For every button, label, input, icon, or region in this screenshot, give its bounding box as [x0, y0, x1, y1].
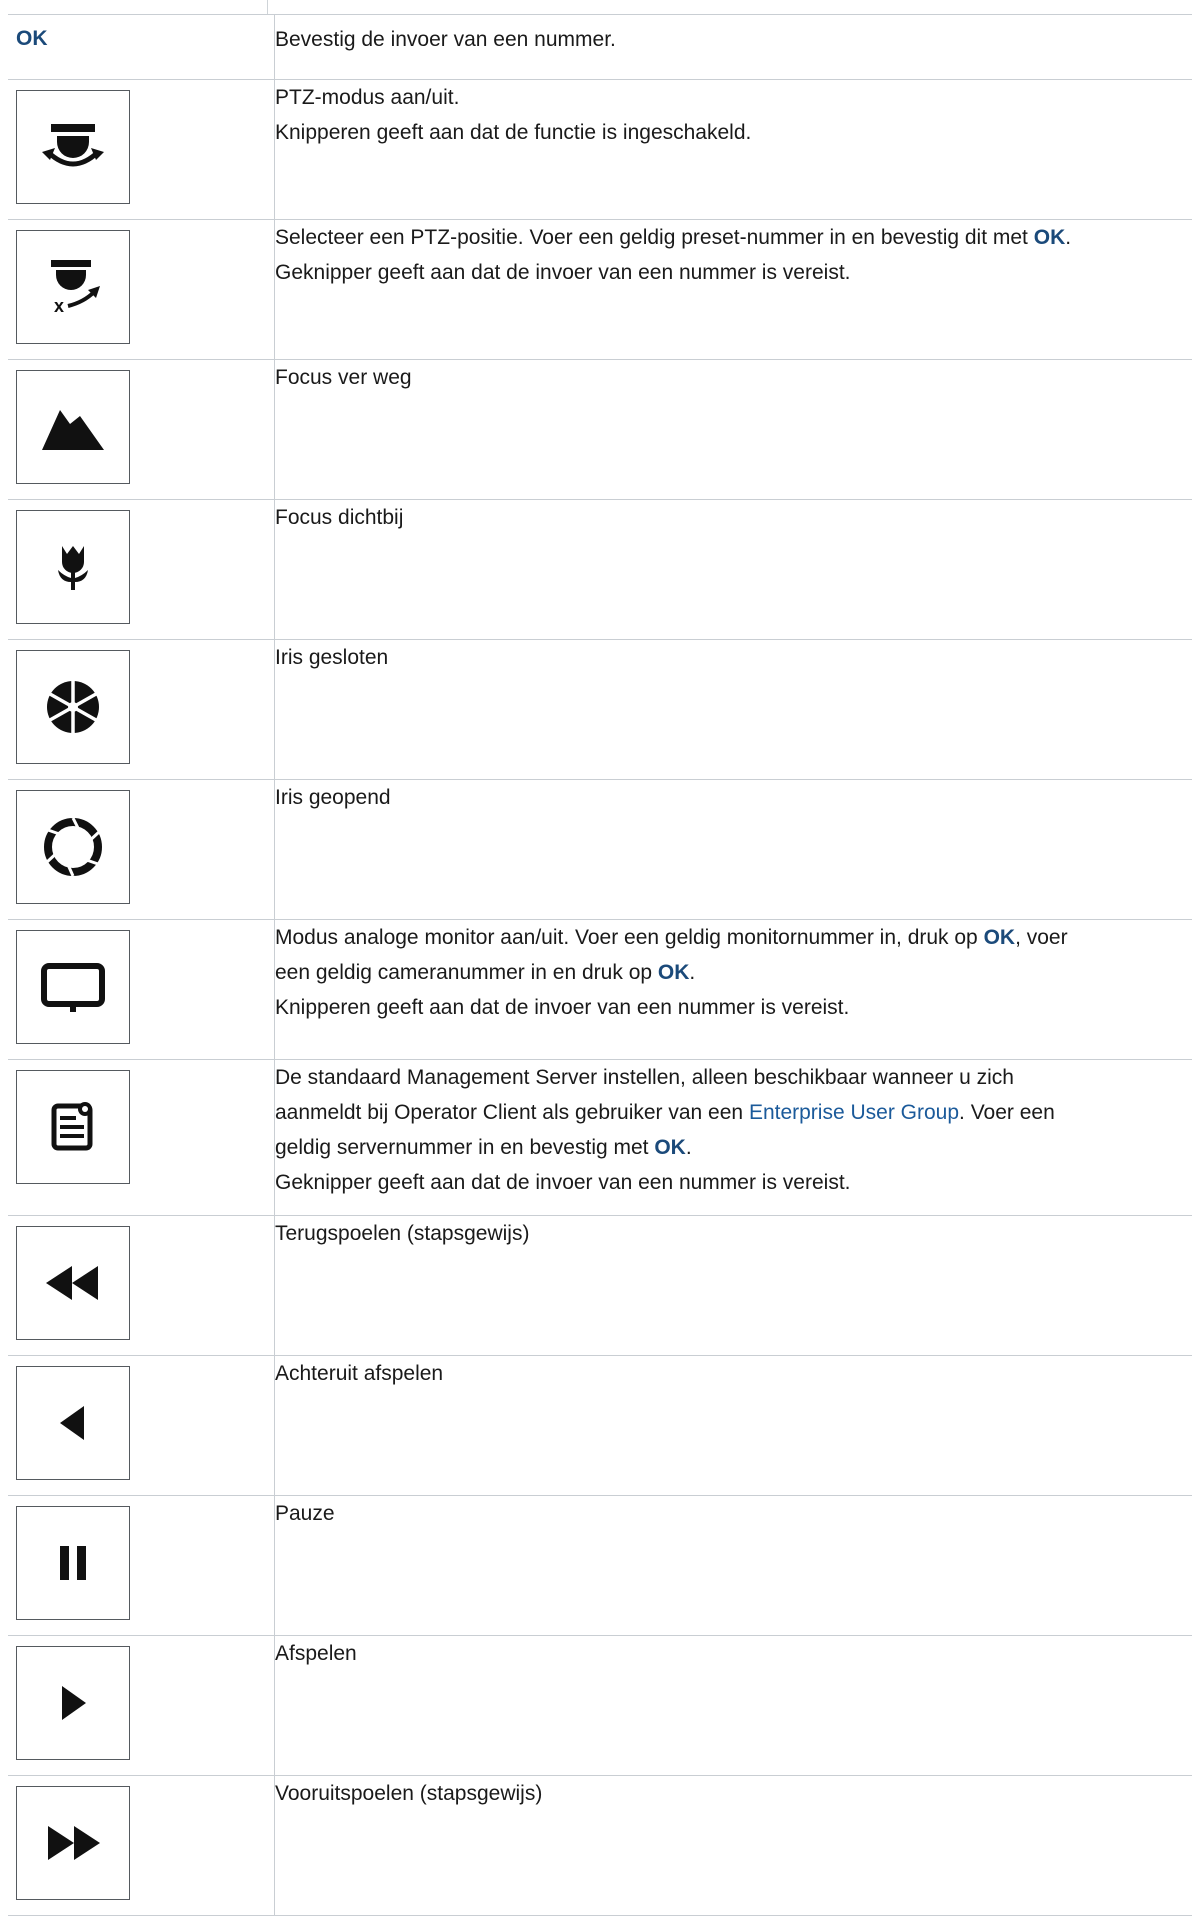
- table-row: Terugspoelen (stapsgewijs): [8, 1216, 1192, 1356]
- row-text-line: Focus dichtbij: [275, 500, 1192, 535]
- row-text: .: [686, 1136, 692, 1159]
- row-text-line: Achteruit afspelen: [275, 1356, 1192, 1391]
- row-text-line: Iris geopend: [275, 780, 1192, 815]
- row-text-line: Knipperen geeft aan dat de functie is in…: [275, 115, 1192, 150]
- ptz-preset-icon: x: [38, 252, 108, 322]
- iris-open-button[interactable]: [16, 790, 130, 904]
- table-row: Modus analoge monitor aan/uit. Voer een …: [8, 920, 1192, 1060]
- row-text-line: Focus ver weg: [275, 360, 1192, 395]
- row-text: .: [689, 961, 695, 984]
- row-text: Modus analoge monitor aan/uit. Voer een …: [275, 926, 984, 949]
- row-text-line: De standaard Management Server instellen…: [275, 1060, 1192, 1095]
- play-reverse-icon: [38, 1388, 108, 1458]
- row-text-line: Geknipper geeft aan dat de invoer van ee…: [275, 255, 1192, 290]
- row-text: een geldig cameranummer in en druk op: [275, 961, 658, 984]
- fast-forward-step-button[interactable]: [16, 1786, 130, 1900]
- table-row: Pauze: [8, 1496, 1192, 1636]
- table-row-ok: OK Bevestig de invoer van een nummer.: [8, 15, 1192, 80]
- ok-inline: OK: [654, 1136, 686, 1159]
- ok-key-label: OK: [8, 15, 275, 80]
- enterprise-user-group-link[interactable]: Enterprise User Group: [749, 1101, 959, 1124]
- ptz-preset-button[interactable]: x: [16, 230, 130, 344]
- monitor-icon: [38, 952, 108, 1022]
- page-top-edge: [0, 0, 1192, 14]
- table-row: Iris geopend: [8, 780, 1192, 920]
- row-text: , voer: [1015, 926, 1068, 949]
- row-text-line: Knipperen geeft aan dat de invoer van ee…: [275, 990, 1192, 1025]
- play-button[interactable]: [16, 1646, 130, 1760]
- row-text: geldig servernummer in en bevestig met: [275, 1136, 654, 1159]
- pause-icon: [38, 1528, 108, 1598]
- focus-near-icon: [38, 532, 108, 602]
- table-row: PTZ-modus aan/uit. Knipperen geeft aan d…: [8, 80, 1192, 220]
- row-text-line: Geknipper geeft aan dat de invoer van ee…: [275, 1165, 1192, 1200]
- table-row: De standaard Management Server instellen…: [8, 1060, 1192, 1216]
- table-row: Vooruitspoelen (stapsgewijs): [8, 1776, 1192, 1916]
- ok-inline: OK: [984, 926, 1016, 949]
- row-text: .: [1065, 226, 1071, 249]
- row-text: aanmeldt bij Operator Client als gebruik…: [275, 1101, 749, 1124]
- svg-text:x: x: [54, 296, 64, 316]
- focus-far-icon: [38, 392, 108, 462]
- ptz-mode-icon: [38, 112, 108, 182]
- table-row: Focus ver weg: [8, 360, 1192, 500]
- table-row: Iris gesloten: [8, 640, 1192, 780]
- row-text-line: PTZ-modus aan/uit.: [275, 80, 1192, 115]
- management-server-icon: [38, 1092, 108, 1162]
- table-row: Afspelen: [8, 1636, 1192, 1776]
- row-text: . Voer een: [959, 1101, 1055, 1124]
- table-row: Achteruit afspelen: [8, 1356, 1192, 1496]
- play-icon: [38, 1668, 108, 1738]
- focus-near-button[interactable]: [16, 510, 130, 624]
- ok-key-description: Bevestig de invoer van een nummer.: [275, 15, 1192, 80]
- iris-closed-icon: [38, 672, 108, 742]
- row-text: Selecteer een PTZ-positie. Voer een geld…: [275, 226, 1034, 249]
- iris-open-icon: [38, 812, 108, 882]
- ptz-mode-button[interactable]: [16, 90, 130, 204]
- column-divider-stub: [267, 0, 268, 14]
- pause-button[interactable]: [16, 1506, 130, 1620]
- ok-inline: OK: [658, 961, 690, 984]
- play-reverse-button[interactable]: [16, 1366, 130, 1480]
- row-text-line: Vooruitspoelen (stapsgewijs): [275, 1776, 1192, 1811]
- rewind-step-button[interactable]: [16, 1226, 130, 1340]
- row-text-line: Terugspoelen (stapsgewijs): [275, 1216, 1192, 1251]
- rewind-step-icon: [38, 1248, 108, 1318]
- fast-forward-step-icon: [38, 1808, 108, 1878]
- table-row: Focus dichtbij: [8, 500, 1192, 640]
- management-server-button[interactable]: [16, 1070, 130, 1184]
- iris-closed-button[interactable]: [16, 650, 130, 764]
- row-text-line: Pauze: [275, 1496, 1192, 1531]
- focus-far-button[interactable]: [16, 370, 130, 484]
- monitor-button[interactable]: [16, 930, 130, 1044]
- ok-inline: OK: [1034, 226, 1066, 249]
- keyboard-reference-table: OK Bevestig de invoer van een nummer. PT…: [8, 14, 1192, 1916]
- row-text-line: Iris gesloten: [275, 640, 1192, 675]
- row-text-line: Afspelen: [275, 1636, 1192, 1671]
- table-row: x Selecteer een PTZ-positie. Voer een ge…: [8, 220, 1192, 360]
